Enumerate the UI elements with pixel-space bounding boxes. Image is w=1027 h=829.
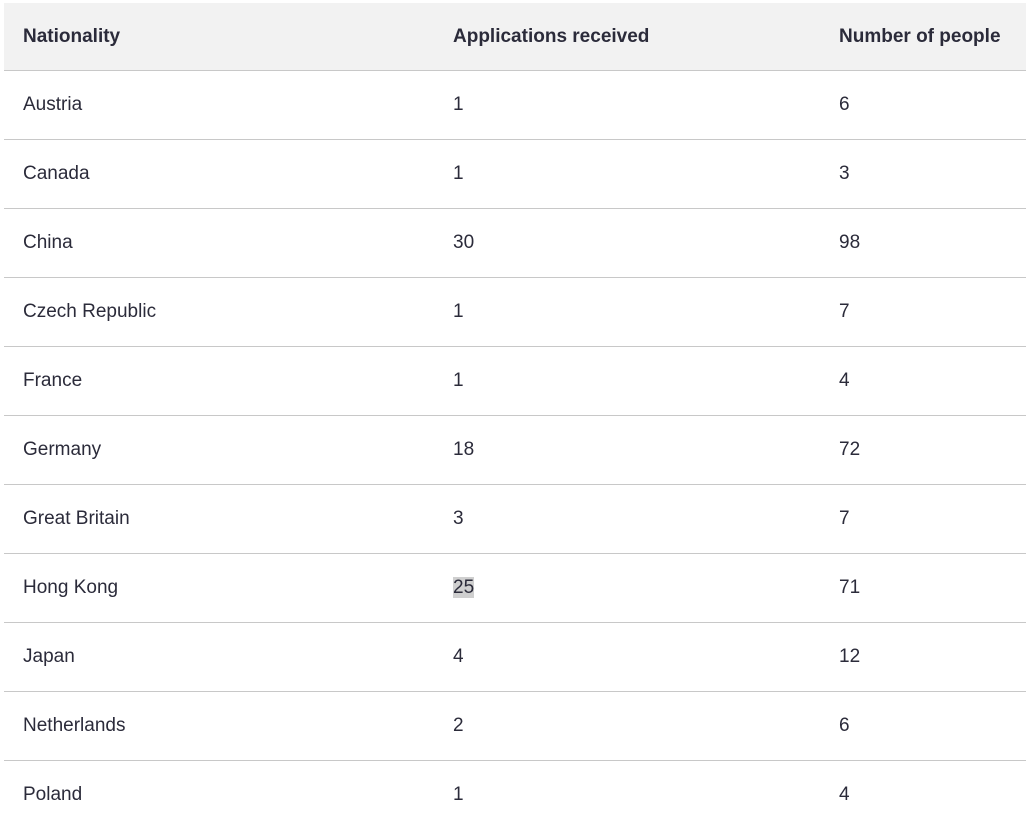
cell-nationality-text: Czech Republic — [23, 301, 156, 322]
table-row: China 30 98 — [4, 209, 1026, 278]
cell-nationality-text: Japan — [23, 646, 75, 667]
cell-number-of-people-text: 72 — [839, 439, 860, 460]
cell-number-of-people: 3 — [821, 140, 1026, 209]
table-row: Netherlands 2 6 — [4, 692, 1026, 761]
cell-number-of-people: 12 — [821, 623, 1026, 692]
cell-number-of-people-text: 4 — [839, 370, 850, 391]
cell-nationality: Netherlands — [4, 692, 435, 761]
cell-applications-received: 1 — [435, 347, 821, 416]
table-row: Hong Kong 25 71 — [4, 554, 1026, 623]
selected-text-highlight: 25 — [453, 577, 474, 598]
cell-applications-received-text: 1 — [453, 94, 464, 115]
cell-nationality-text: Poland — [23, 784, 82, 805]
cell-number-of-people: 98 — [821, 209, 1026, 278]
cell-nationality: Germany — [4, 416, 435, 485]
cell-number-of-people: 7 — [821, 485, 1026, 554]
cell-applications-received: 25 — [435, 554, 821, 623]
cell-number-of-people-text: 98 — [839, 232, 860, 253]
cell-applications-received: 2 — [435, 692, 821, 761]
cell-number-of-people: 6 — [821, 71, 1026, 140]
cell-number-of-people: 4 — [821, 347, 1026, 416]
cell-nationality-text: Hong Kong — [23, 577, 118, 598]
cell-number-of-people-text: 12 — [839, 646, 860, 667]
table-row: France 1 4 — [4, 347, 1026, 416]
cell-number-of-people-text: 71 — [839, 577, 860, 598]
cell-number-of-people: 71 — [821, 554, 1026, 623]
cell-nationality: Hong Kong — [4, 554, 435, 623]
cell-applications-received: 4 — [435, 623, 821, 692]
table-row: Austria 1 6 — [4, 71, 1026, 140]
cell-nationality-text: Canada — [23, 163, 90, 184]
cell-applications-received-text: 4 — [453, 646, 464, 667]
cell-applications-received-text: 3 — [453, 508, 464, 529]
cell-nationality: Czech Republic — [4, 278, 435, 347]
table-header-row: Nationality Applications received Number… — [4, 3, 1026, 71]
cell-applications-received: 1 — [435, 761, 821, 829]
cell-applications-received: 1 — [435, 71, 821, 140]
cell-applications-received-text: 1 — [453, 784, 464, 805]
cell-nationality-text: China — [23, 232, 73, 253]
table-row: Germany 18 72 — [4, 416, 1026, 485]
table-body: Austria 1 6 Canada 1 3 China 30 98 Czech Republic… — [4, 71, 1026, 829]
table-row: Poland 1 4 — [4, 761, 1026, 829]
cell-nationality-text: Germany — [23, 439, 101, 460]
cell-applications-received: 1 — [435, 278, 821, 347]
cell-nationality-text: Austria — [23, 94, 82, 115]
cell-nationality-text: France — [23, 370, 82, 391]
nationality-table: Nationality Applications received Number… — [4, 3, 1026, 829]
cell-number-of-people: 7 — [821, 278, 1026, 347]
cell-number-of-people-text: 4 — [839, 784, 850, 805]
cell-number-of-people-text: 7 — [839, 508, 850, 529]
header-nationality: Nationality — [4, 3, 435, 71]
header-number-of-people: Number of people — [821, 3, 1026, 71]
cell-number-of-people: 4 — [821, 761, 1026, 829]
cell-applications-received: 18 — [435, 416, 821, 485]
cell-applications-received-text: 1 — [453, 301, 464, 322]
cell-number-of-people-text: 6 — [839, 715, 850, 736]
table-row: Great Britain 3 7 — [4, 485, 1026, 554]
cell-nationality-text: Netherlands — [23, 715, 125, 736]
cell-number-of-people-text: 7 — [839, 301, 850, 322]
table-header: Nationality Applications received Number… — [4, 3, 1026, 71]
cell-applications-received-text: 1 — [453, 163, 464, 184]
cell-nationality: Great Britain — [4, 485, 435, 554]
cell-applications-received-text: 1 — [453, 370, 464, 391]
cell-number-of-people-text: 6 — [839, 94, 850, 115]
cell-applications-received-text: 2 — [453, 715, 464, 736]
header-applications-received: Applications received — [435, 3, 821, 71]
cell-nationality: China — [4, 209, 435, 278]
cell-applications-received-text: 30 — [453, 232, 474, 253]
cell-number-of-people-text: 3 — [839, 163, 850, 184]
table-row: Czech Republic 1 7 — [4, 278, 1026, 347]
cell-applications-received: 30 — [435, 209, 821, 278]
cell-nationality: Austria — [4, 71, 435, 140]
nationality-table-container: Nationality Applications received Number… — [4, 3, 1026, 829]
cell-number-of-people: 72 — [821, 416, 1026, 485]
cell-nationality: France — [4, 347, 435, 416]
cell-nationality: Japan — [4, 623, 435, 692]
cell-nationality: Poland — [4, 761, 435, 829]
table-row: Japan 4 12 — [4, 623, 1026, 692]
cell-nationality-text: Great Britain — [23, 508, 130, 529]
cell-applications-received: 1 — [435, 140, 821, 209]
cell-applications-received: 3 — [435, 485, 821, 554]
table-row: Canada 1 3 — [4, 140, 1026, 209]
cell-applications-received-text: 18 — [453, 439, 474, 460]
cell-number-of-people: 6 — [821, 692, 1026, 761]
cell-nationality: Canada — [4, 140, 435, 209]
